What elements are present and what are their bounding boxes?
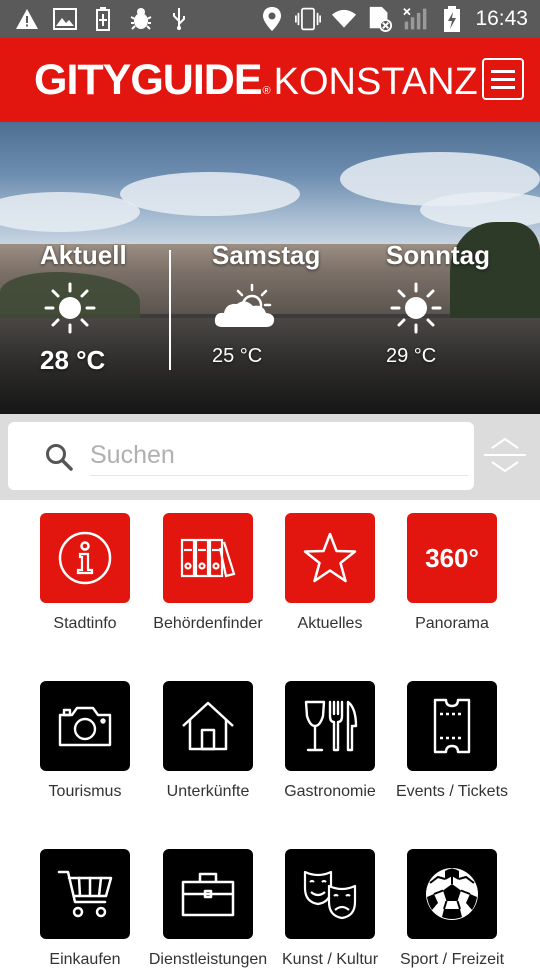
battery-charging-icon bbox=[439, 6, 465, 32]
briefcase-icon[interactable] bbox=[163, 849, 253, 939]
camera-icon[interactable] bbox=[40, 681, 130, 771]
app-logo[interactable]: GITYGUIDE ® KONSTANZ bbox=[34, 56, 478, 105]
star-icon[interactable] bbox=[285, 513, 375, 603]
logo-city: KONSTANZ bbox=[273, 61, 478, 103]
tile-label: Sport / Freizeit bbox=[399, 951, 505, 968]
cloud-decoration bbox=[420, 192, 540, 228]
partly-cloudy-icon bbox=[212, 281, 282, 335]
tile-label: Stadtinfo bbox=[53, 615, 117, 632]
weather-divider bbox=[169, 250, 171, 370]
weather-saturday: Samstag 25 °C bbox=[212, 240, 320, 368]
clock: 16:43 bbox=[475, 7, 528, 30]
warning-icon bbox=[14, 6, 40, 32]
info-icon[interactable] bbox=[40, 513, 130, 603]
tile-events-tickets[interactable]: Events / Tickets bbox=[390, 681, 514, 801]
panorama-360-text: 360° bbox=[425, 542, 479, 573]
search-input[interactable] bbox=[90, 436, 468, 476]
weather-day-label: Samstag bbox=[212, 240, 321, 270]
tile-dienstleistungen[interactable]: Dienstleistungen bbox=[146, 849, 270, 969]
tile-label: Unterkünfte bbox=[166, 783, 250, 800]
tile-gastronomie[interactable]: Gastronomie bbox=[268, 681, 392, 801]
logo-brand: GITYGUIDE bbox=[34, 56, 263, 104]
image-icon bbox=[52, 6, 78, 32]
tile-label: Aktuelles bbox=[297, 615, 363, 632]
theater-masks-icon[interactable] bbox=[285, 849, 375, 939]
collapse-expand-icon[interactable] bbox=[482, 436, 528, 474]
vibrate-icon bbox=[295, 6, 322, 32]
tile-stadtinfo[interactable]: Stadtinfo bbox=[23, 513, 147, 633]
tile-kunst-kultur[interactable]: Kunst / Kultur bbox=[268, 849, 392, 969]
tile-label: Dienstleistungen bbox=[148, 951, 268, 968]
signal-icon bbox=[403, 6, 429, 32]
tile-unterkuenfte[interactable]: Unterkünfte bbox=[146, 681, 270, 801]
wine-cutlery-icon[interactable] bbox=[285, 681, 375, 771]
tile-label: Kunst / Kultur bbox=[281, 951, 379, 968]
category-grid: Stadtinfo Behördenfinder Aktuelles 360° … bbox=[0, 500, 540, 968]
search-icon[interactable] bbox=[44, 442, 74, 472]
weather-today: Aktuell 28 °C bbox=[40, 240, 127, 376]
tile-aktuelles[interactable]: Aktuelles bbox=[268, 513, 392, 633]
tile-behoerdenfinder[interactable]: Behördenfinder bbox=[146, 513, 270, 633]
cloud-decoration bbox=[120, 172, 300, 216]
wifi-icon bbox=[331, 6, 357, 32]
status-bar-right: 16:43 bbox=[259, 6, 528, 32]
tile-label: Events / Tickets bbox=[395, 783, 509, 800]
tile-tourismus[interactable]: Tourismus bbox=[23, 681, 147, 801]
sun-icon bbox=[40, 281, 100, 335]
status-bar-left bbox=[14, 6, 192, 32]
status-bar: 16:43 bbox=[0, 0, 540, 38]
weather-hero: Aktuell 28 °C Samstag 25 °C Sonntag 29 °… bbox=[0, 122, 540, 414]
weather-sunday: Sonntag 29 °C bbox=[386, 240, 490, 368]
weather-day-label: Aktuell bbox=[40, 240, 127, 270]
binders-icon[interactable] bbox=[163, 513, 253, 603]
hamburger-menu-icon[interactable] bbox=[482, 58, 524, 100]
sun-icon bbox=[386, 281, 446, 335]
soccer-ball-icon[interactable] bbox=[407, 849, 497, 939]
search-bar bbox=[0, 414, 540, 500]
ticket-icon[interactable] bbox=[407, 681, 497, 771]
weather-temp: 29 °C bbox=[386, 345, 437, 367]
location-icon bbox=[259, 6, 285, 32]
bug-icon bbox=[128, 6, 154, 32]
tile-einkaufen[interactable]: Einkaufen bbox=[23, 849, 147, 969]
tile-label: Tourismus bbox=[48, 783, 122, 800]
shopping-cart-icon[interactable] bbox=[40, 849, 130, 939]
usb-icon bbox=[166, 6, 192, 32]
search-box[interactable] bbox=[8, 422, 474, 490]
logo-registered-mark: ® bbox=[262, 85, 271, 97]
cloud-decoration bbox=[0, 192, 140, 232]
sim-icon bbox=[367, 6, 393, 32]
panorama-360-icon[interactable]: 360° bbox=[407, 513, 497, 603]
weather-temp: 25 °C bbox=[212, 345, 263, 367]
tile-sport-freizeit[interactable]: Sport / Freizeit bbox=[390, 849, 514, 969]
weather-day-label: Sonntag bbox=[386, 240, 490, 270]
tile-panorama[interactable]: 360° Panorama bbox=[390, 513, 514, 633]
battery-saver-icon bbox=[90, 6, 116, 32]
weather-temp: 28 °C bbox=[40, 345, 106, 375]
tile-label: Behördenfinder bbox=[153, 615, 263, 632]
app-header: GITYGUIDE ® KONSTANZ bbox=[0, 38, 540, 122]
tile-label: Panorama bbox=[415, 615, 489, 632]
tile-label: Einkaufen bbox=[49, 951, 121, 968]
house-icon[interactable] bbox=[163, 681, 253, 771]
tile-label: Gastronomie bbox=[284, 783, 376, 800]
